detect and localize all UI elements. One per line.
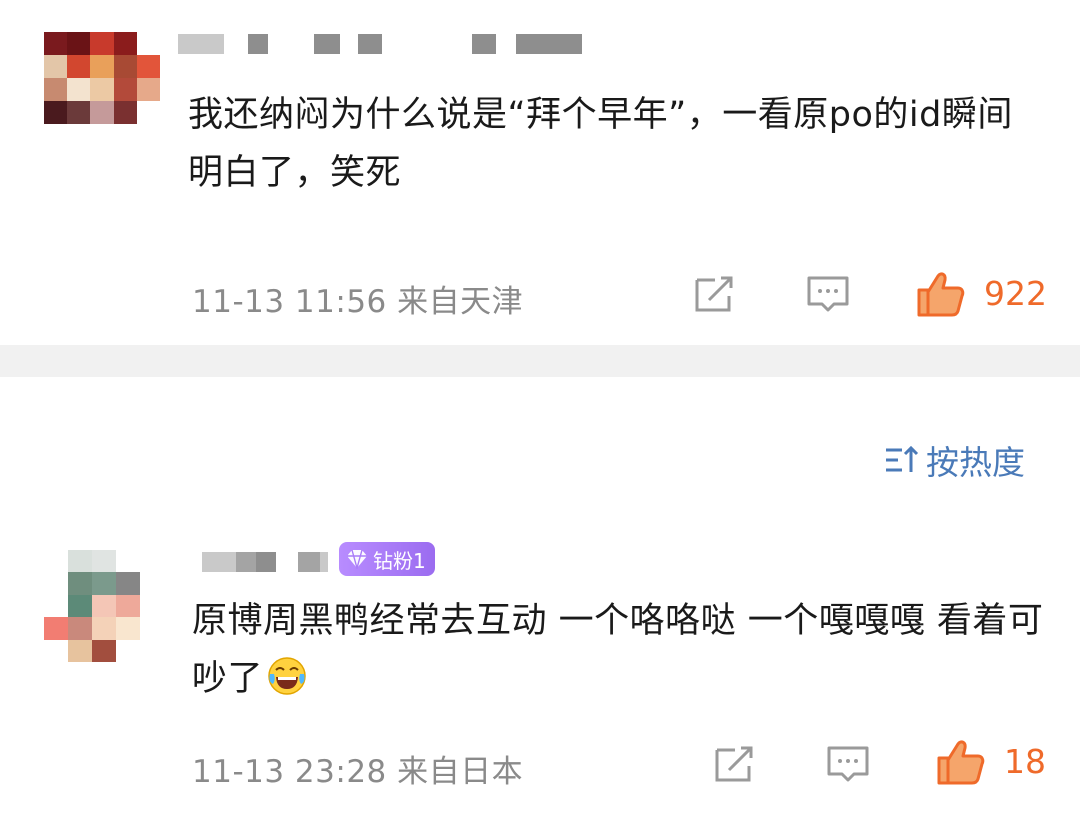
comment-location: 来自天津 — [397, 284, 524, 320]
thumbs-up-icon[interactable] — [936, 738, 986, 786]
username-masked[interactable] — [202, 550, 328, 574]
laughing-crying-emoji — [268, 657, 306, 695]
badge-label: 钻粉1 — [373, 548, 426, 573]
like-count: 922 — [984, 274, 1047, 313]
comment-item: 钻粉1 原博周黑鸭经常去互动 一个咯咯哒 一个嘎嘎嘎 看着可吵了 11-13 2… — [0, 520, 1080, 817]
diamond-icon — [347, 549, 367, 569]
sort-by-hot-button[interactable]: 按热度 — [884, 436, 1025, 484]
comment-text: 我还纳闷为什么说是“拜个早年”，一看原po的id瞬间明白了，笑死 — [188, 95, 1013, 193]
comment-text-body: 原博周黑鸭经常去互动 一个咯咯哒 一个嘎嘎嘎 看着可吵了 — [192, 601, 1044, 699]
comment-icon[interactable] — [826, 744, 870, 784]
sort-icon — [886, 445, 919, 472]
comment-meta: 11-13 23:28 来自日本 — [192, 746, 523, 791]
share-icon[interactable] — [693, 274, 737, 314]
avatar[interactable] — [44, 550, 140, 662]
share-icon[interactable] — [713, 744, 757, 784]
like-count: 18 — [1004, 742, 1046, 781]
thumbs-up-icon[interactable] — [916, 270, 966, 318]
comment-location: 来自日本 — [397, 754, 524, 790]
comment-time: 11-13 11:56 — [192, 284, 387, 320]
username-masked[interactable] — [178, 32, 582, 56]
comment-item: 我还纳闷为什么说是“拜个早年”，一看原po的id瞬间明白了，笑死 11-13 1… — [0, 0, 1080, 345]
comment-meta: 11-13 11:56 来自天津 — [192, 276, 523, 321]
comment-icon[interactable] — [806, 274, 850, 314]
avatar[interactable] — [44, 32, 160, 124]
comment-time: 11-13 23:28 — [192, 754, 387, 790]
fan-level-badge[interactable]: 钻粉1 — [339, 542, 435, 576]
sort-label: 按热度 — [926, 443, 1025, 482]
comment-text: 原博周黑鸭经常去互动 一个咯咯哒 一个嘎嘎嘎 看着可吵了 — [192, 592, 1052, 708]
section-divider — [0, 345, 1080, 377]
